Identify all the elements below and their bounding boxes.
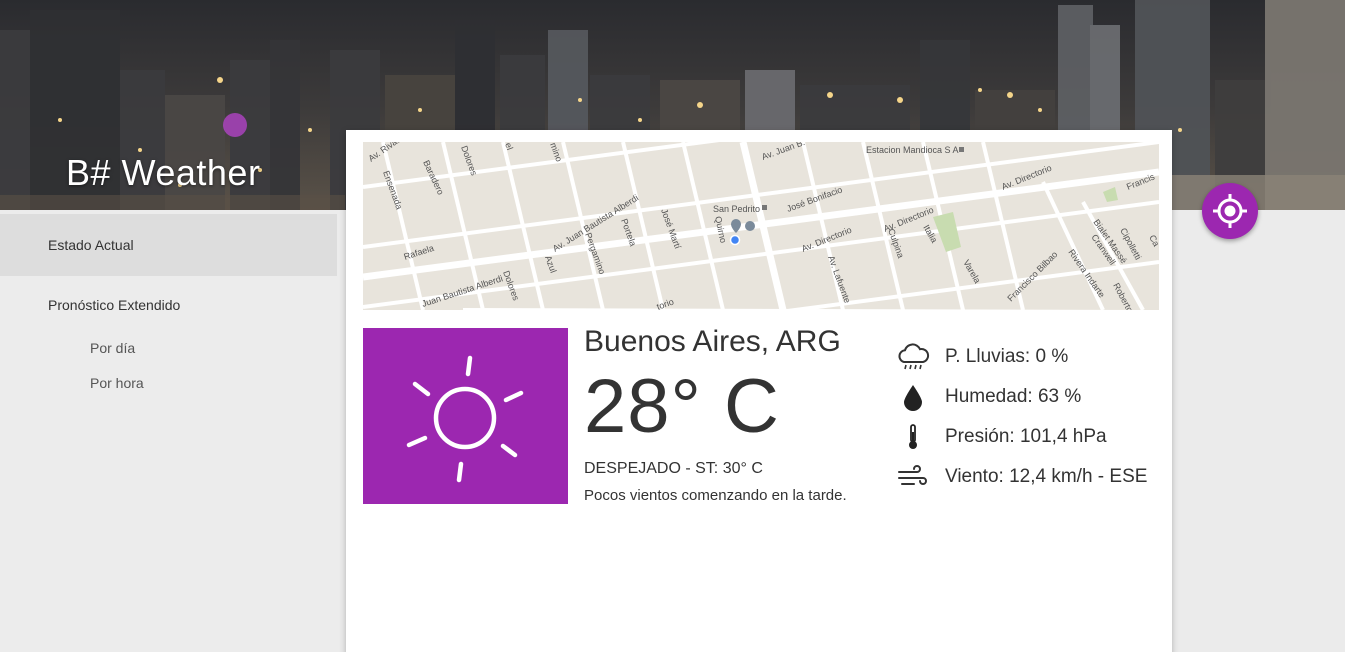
sun-icon: [406, 355, 524, 483]
thermometer-icon: [896, 422, 930, 452]
sidebar-subitem-por-hora[interactable]: Por hora: [90, 375, 144, 391]
temperature-value: 28° C: [584, 364, 780, 449]
description-text: Pocos vientos comenzando en la tarde.: [584, 487, 847, 504]
weather-icon-tile: [363, 328, 568, 504]
drop-icon: [896, 382, 930, 412]
stat-text: Viento: 12,4 km/h - ESE: [945, 466, 1148, 487]
map-poi-icon: [959, 147, 964, 152]
map-poi-icon: [762, 205, 767, 210]
rain-cloud-icon: [896, 342, 930, 372]
map-street-label: San Pedrito: [713, 204, 760, 214]
current-weather-card: Av. Rivadavia Baradero Dolores Ensenada …: [346, 130, 1172, 652]
stat-wind: Viento: 12,4 km/h - ESE: [896, 462, 1147, 492]
condition-text: DESPEJADO - ST: 30° C: [584, 460, 763, 477]
sidebar-subitem-por-dia[interactable]: Por día: [90, 340, 135, 356]
sidebar: Estado Actual Pronóstico Extendido Por d…: [0, 210, 340, 652]
stat-rain-probability: P. Lluvias: 0 %: [896, 342, 1068, 372]
city-name: Buenos Aires, ARG: [584, 325, 841, 358]
map-poi-icon: [745, 221, 755, 231]
location-map[interactable]: Av. Rivadavia Baradero Dolores Ensenada …: [363, 142, 1159, 310]
locate-icon: [1213, 194, 1247, 228]
current-location-dot-icon: [729, 234, 741, 246]
stat-text: P. Lluvias: 0 %: [945, 346, 1069, 367]
sidebar-item-pronostico-extendido[interactable]: Pronóstico Extendido: [0, 274, 337, 336]
stat-text: Humedad: 63 %: [945, 386, 1082, 407]
map-street-label: Estacion Mandioca S A: [866, 145, 959, 155]
sidebar-item-estado-actual[interactable]: Estado Actual: [0, 214, 337, 276]
stat-text: Presión: 101,4 hPa: [945, 426, 1107, 447]
locate-button[interactable]: [1202, 183, 1258, 239]
wind-icon: [896, 462, 930, 492]
stat-humidity: Humedad: 63 %: [896, 382, 1081, 412]
stat-pressure: Presión: 101,4 hPa: [896, 422, 1107, 452]
map-canvas: Av. Rivadavia Baradero Dolores Ensenada …: [363, 142, 1159, 310]
app-title: B# Weather: [66, 152, 261, 193]
